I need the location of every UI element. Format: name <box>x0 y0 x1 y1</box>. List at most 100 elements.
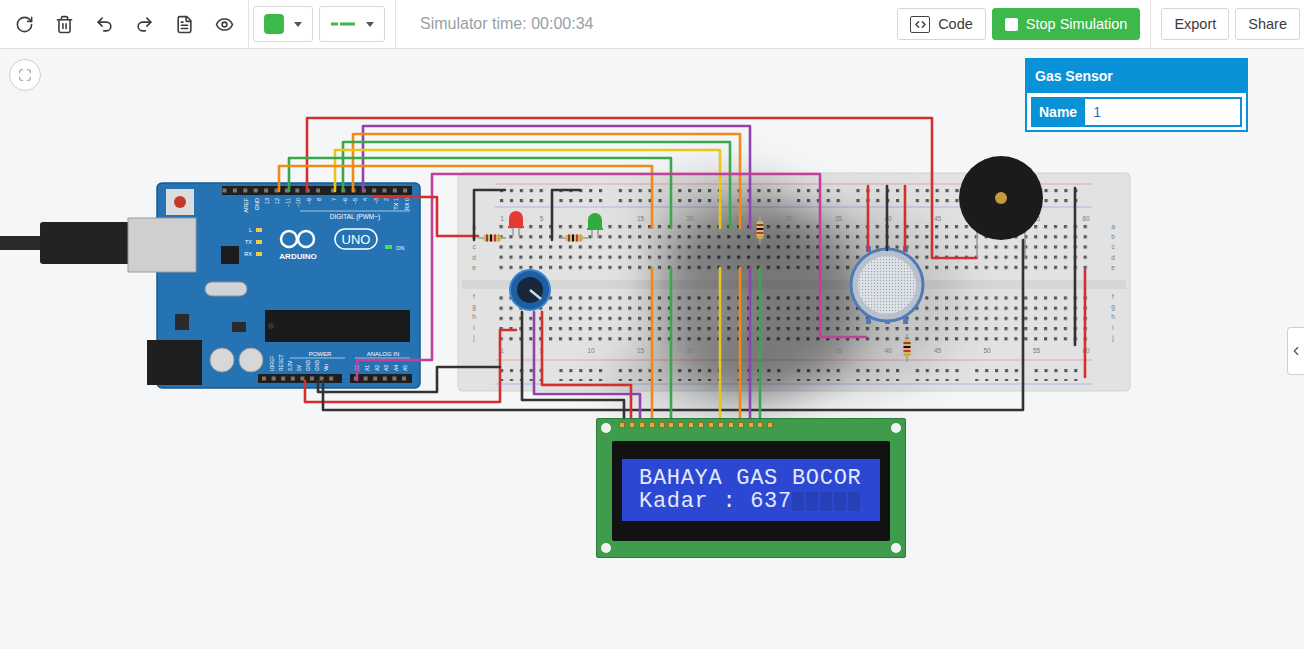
resistor[interactable] <box>904 334 911 362</box>
wire[interactable] <box>305 330 516 402</box>
gas-sensor[interactable] <box>851 246 923 324</box>
on-led <box>385 245 392 249</box>
pin-label: A5 <box>402 365 408 371</box>
wire[interactable] <box>904 186 907 250</box>
rotate-button[interactable] <box>4 4 44 44</box>
resistor[interactable] <box>757 216 764 244</box>
row-letter: c <box>472 243 476 250</box>
capacitor <box>210 348 234 372</box>
pin-label: 3.3V <box>287 360 293 371</box>
mount-hole <box>891 543 901 553</box>
arduino-board[interactable]: AREFGND1312~11~10~987~6~54~32TX 1RX 0DIG… <box>0 183 420 388</box>
lcd-pin <box>708 422 714 428</box>
row-letter: g <box>1111 303 1115 311</box>
pin-label: A2 <box>374 365 380 371</box>
column-number: 55 <box>1033 347 1041 354</box>
simulator-page: Simulator time: 00:00:34 CodeStop Simulat… <box>0 0 1304 649</box>
plain-button[interactable]: Share <box>1235 8 1300 40</box>
plain-button[interactable]: Export <box>1161 8 1229 40</box>
wire[interactable] <box>739 268 742 425</box>
notes-button[interactable] <box>164 4 204 44</box>
pin-label: TX 1 <box>393 198 399 210</box>
row-letter: j <box>1111 334 1113 342</box>
pin-label: GND <box>254 198 260 210</box>
fullscreen-icon <box>18 68 32 82</box>
led[interactable] <box>587 213 603 238</box>
wire[interactable] <box>651 268 654 425</box>
lcd-module[interactable]: BAHAYA GAS BOCORKadar : 637 <box>596 418 906 558</box>
pin-label: 12 <box>274 198 280 204</box>
pin-label: ~5 <box>352 198 358 204</box>
wire[interactable] <box>670 268 673 425</box>
pin-label: 13 <box>264 198 270 204</box>
row-letter: d <box>1111 254 1115 261</box>
pin-label: GND <box>314 360 320 372</box>
wire[interactable] <box>749 268 752 425</box>
simulator-time: Simulator time: 00:00:34 <box>420 15 593 33</box>
svg-text:L: L <box>249 227 252 233</box>
fit-view-button[interactable] <box>9 59 41 91</box>
wire[interactable] <box>1074 188 1077 345</box>
row-letter: e <box>472 264 476 271</box>
board-led: RX <box>244 251 262 257</box>
lcd-pins <box>612 422 890 430</box>
wire[interactable] <box>886 186 889 250</box>
wire[interactable] <box>1084 270 1087 377</box>
inspector-title: Gas Sensor <box>1027 60 1246 93</box>
redo-button[interactable] <box>124 4 164 44</box>
wire[interactable] <box>372 197 478 236</box>
wire[interactable] <box>522 312 624 425</box>
delete-button[interactable] <box>44 4 84 44</box>
line-style-dropdown[interactable] <box>319 6 385 42</box>
code-button[interactable]: Code <box>897 8 986 40</box>
buzzer[interactable] <box>959 156 1043 258</box>
lcd-pin <box>629 422 635 428</box>
visibility-button[interactable] <box>204 4 244 44</box>
wire[interactable] <box>307 118 976 258</box>
wire[interactable] <box>542 312 631 425</box>
wire[interactable] <box>289 158 671 228</box>
digital-label: DIGITAL (PWM~) <box>330 213 380 221</box>
resistor[interactable] <box>478 235 506 242</box>
field-input[interactable]: 1 <box>1085 97 1242 127</box>
wire[interactable] <box>867 186 870 250</box>
pin-label: ~11 <box>285 198 291 207</box>
wire[interactable] <box>357 174 866 380</box>
led[interactable] <box>508 211 524 236</box>
pin-label: Vin <box>323 364 329 371</box>
wire[interactable] <box>323 240 1023 410</box>
column-number: 60 <box>1082 215 1090 222</box>
separator <box>248 0 249 48</box>
column-number: 5 <box>540 215 544 222</box>
undo-button[interactable] <box>84 4 124 44</box>
lcd-pin <box>757 422 763 428</box>
crystal <box>205 282 247 296</box>
redo-icon <box>135 15 154 34</box>
lcd-pin <box>639 422 645 428</box>
wire[interactable] <box>552 190 580 240</box>
row-letter: h <box>1111 313 1115 320</box>
regulator <box>175 314 189 330</box>
wire[interactable] <box>474 190 505 240</box>
gas-smoke <box>610 170 960 420</box>
collapse-panel-button[interactable] <box>1287 327 1304 375</box>
circuit-canvas[interactable]: 1155101015152020252530303535404045455050… <box>0 49 1304 649</box>
row-letter: i <box>473 324 474 331</box>
resistor[interactable] <box>560 235 588 242</box>
lcd-pin <box>649 422 655 428</box>
wire[interactable] <box>534 312 640 425</box>
wire[interactable] <box>719 268 722 425</box>
lcd-pin <box>748 422 754 428</box>
potentiometer[interactable] <box>510 270 550 310</box>
wire[interactable] <box>353 134 740 228</box>
wire[interactable] <box>335 150 720 228</box>
reset-button[interactable] <box>166 189 194 215</box>
color-dropdown[interactable] <box>253 6 313 42</box>
wire[interactable] <box>318 367 500 392</box>
circuit-diagram: 1155101015152020252530303535404045455050… <box>0 49 1304 649</box>
wire[interactable] <box>759 268 762 425</box>
board-led: L <box>249 227 262 233</box>
pin-label: 4 <box>362 198 368 201</box>
stop-button[interactable]: Stop Simulation <box>992 8 1141 40</box>
lcd-cell <box>792 492 805 511</box>
